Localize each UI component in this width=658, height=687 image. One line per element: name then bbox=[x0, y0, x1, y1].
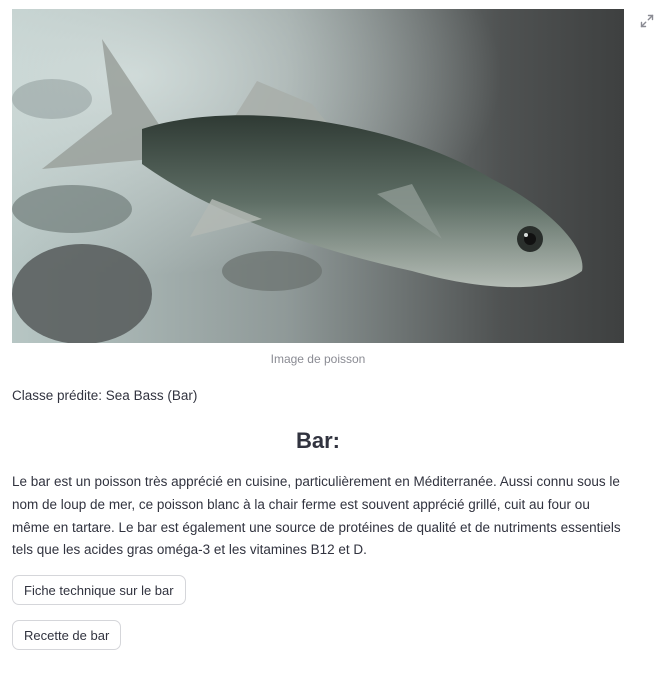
fish-image bbox=[12, 9, 624, 343]
fish-description: Le bar est un poisson très apprécié en c… bbox=[12, 474, 621, 558]
predicted-class-text: Classe prédite: Sea Bass (Bar) bbox=[12, 388, 198, 403]
image-caption: Image de poisson bbox=[270, 352, 366, 366]
recipe-button[interactable]: Recette de bar bbox=[12, 620, 122, 650]
section-heading: Bar: bbox=[295, 428, 340, 453]
app-page: Image de poisson Classe prédite: Sea Bas… bbox=[0, 0, 658, 687]
tech-sheet-button[interactable]: Fiche technique sur le bar bbox=[12, 575, 186, 605]
fullscreen-expand-icon[interactable] bbox=[638, 12, 656, 30]
